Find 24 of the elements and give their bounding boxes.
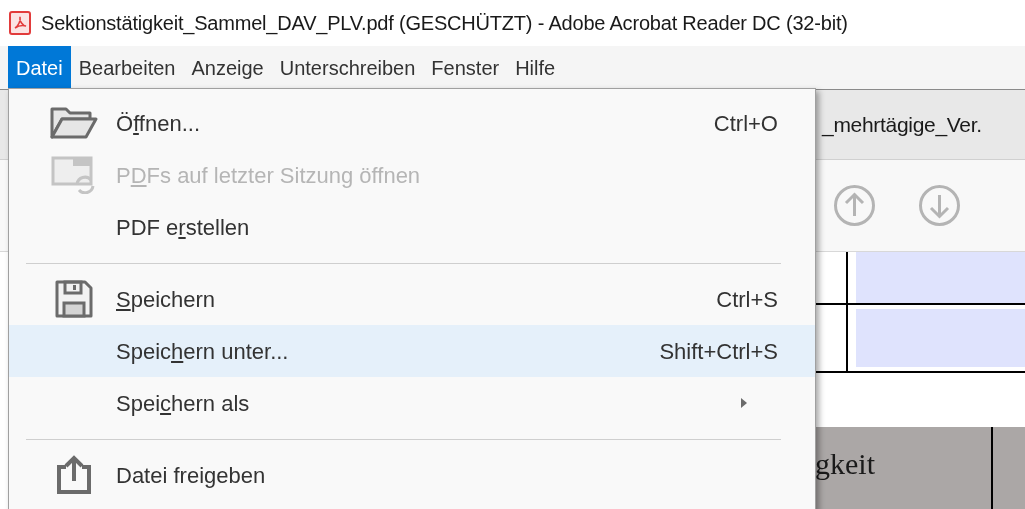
menu-item[interactable]: Datei freigeben — [9, 449, 815, 501]
menu-item[interactable]: Öffnen... Ctrl+O — [9, 97, 815, 149]
form-field[interactable] — [856, 252, 1025, 303]
menu-item[interactable]: Speichern Ctrl+S — [9, 273, 815, 325]
menu-bar-item[interactable]: Bearbeiten — [70, 46, 184, 89]
menu-item[interactable]: Speichern unter... Shift+Ctrl+S — [9, 325, 815, 377]
table-header-cell: gkeit — [815, 447, 875, 480]
document-tab[interactable]: _mehrtägige_Ver. — [822, 108, 982, 141]
folder-icon — [48, 106, 99, 140]
menu-bar-item[interactable]: Hilfe — [507, 46, 564, 89]
recent-files-icon — [50, 156, 97, 194]
submenu-arrow-icon — [740, 397, 748, 409]
form-field[interactable] — [856, 309, 1025, 367]
save-icon — [53, 279, 94, 319]
menu-bar-item[interactable]: Fenster — [423, 46, 508, 89]
previous-page-icon[interactable] — [833, 184, 876, 227]
next-page-icon[interactable] — [918, 184, 961, 227]
menu-item[interactable]: PDF erstellen — [9, 201, 815, 253]
menu-item[interactable]: Speichern als — [9, 377, 815, 429]
menu-bar-item[interactable]: Unterschreiben — [271, 46, 424, 89]
menu-bar-item[interactable]: Anzeige — [183, 46, 272, 89]
menu-bar-item[interactable]: Datei — [8, 46, 71, 89]
window-title: Sektionstätigkeit_Sammel_DAV_PLV.pdf (GESCHÜTZT) - Adobe Acrobat Reader DC (32-bit) — [41, 11, 848, 37]
pdf-file-icon — [9, 11, 31, 35]
